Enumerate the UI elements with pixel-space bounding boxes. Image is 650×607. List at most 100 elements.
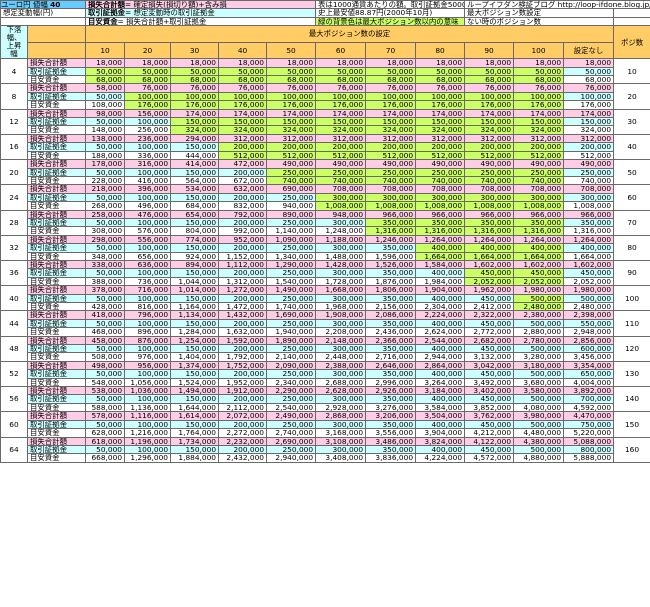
cell-fund: 1,968,000 (315, 301, 367, 312)
cell-loss: 490,000 (513, 159, 565, 169)
cell-fund: 740,000 (365, 175, 417, 186)
cell-margin: 150,000 (170, 344, 220, 354)
range-cell: 44 (0, 310, 28, 337)
column-header-1: 20 (124, 41, 172, 60)
note-max-bottom: ない時のポジション数 (464, 16, 615, 27)
row-label-fund: 目安資金 (26, 301, 87, 312)
cell-fund: 1,248,000 (315, 226, 367, 236)
row-fund: 目安資金 308,000 576,000 804,000 992,000 1,140,00… (1, 226, 650, 236)
cell-margin: 150,000 (170, 419, 220, 430)
row-label-fund: 目安資金 (26, 125, 87, 135)
pos-count-cell: 20 (613, 83, 650, 110)
cell-margin: 50,000 (85, 369, 126, 379)
cell-loss: 966,000 (464, 209, 515, 219)
cell-loss: 1,494,000 (170, 386, 220, 396)
cell-fund: 1,764,000 (170, 428, 220, 438)
cell-fund: 512,000 (513, 150, 565, 161)
cell-margin: 200,000 (218, 344, 268, 354)
cell-fund: 3,280,000 (513, 352, 565, 362)
cell-loss: 414,000 (170, 159, 220, 169)
cell-fund: 2,272,000 (218, 428, 268, 438)
row-fund: 目安資金 268,000 496,000 684,000 832,000 940,000 1… (1, 201, 650, 211)
cell-fund: 2,540,000 (266, 402, 317, 413)
cell-margin: 100,000 (315, 91, 367, 102)
cell-fund: 68,000 (415, 75, 466, 85)
cell-fund: 256,000 (124, 125, 172, 135)
row-label-margin: 取引証拠金 (26, 142, 87, 152)
legend-loss-desc: = 確定損失(損切り額)+含み損 (124, 0, 227, 9)
row-label-loss: 損失合計額 (26, 209, 87, 219)
cell-fund: 2,448,000 (315, 352, 367, 362)
cell-fund: 2,140,000 (266, 352, 317, 362)
pos-count-cell: 150 (613, 411, 650, 438)
cell-fund: 1,136,000 (124, 402, 172, 413)
cell-margin: 50,000 (415, 66, 466, 77)
cell-fund: 3,492,000 (464, 377, 515, 388)
note-unit: 表は1000通貨あたりの額。取引証拠金5000円 (315, 0, 466, 10)
assumed-range-label: 想定変動幅(円) (0, 8, 87, 18)
row-loss: 24 損失合計額 218,000 396,000 534,000 632,000 690,0… (0, 184, 650, 211)
cell-loss: 2,490,000 (266, 411, 317, 421)
cell-margin: 50,000 (563, 66, 615, 77)
cell-fund: 176,000 (124, 100, 172, 110)
cell-margin: 150,000 (563, 117, 615, 127)
pos-count-cell: 50 (613, 159, 650, 186)
cell-fund: 740,000 (266, 175, 317, 186)
cell-margin: 450,000 (464, 318, 515, 329)
cell-loss: 312,000 (218, 133, 268, 144)
cell-loss: 396,000 (124, 184, 172, 194)
cell-margin: 200,000 (218, 444, 268, 455)
cell-margin: 400,000 (415, 394, 466, 404)
cell-fund: 1,008,000 (315, 201, 367, 211)
cell-margin: 200,000 (563, 142, 615, 152)
cell-loss: 76,000 (218, 83, 268, 93)
cell-loss: 76,000 (315, 83, 367, 93)
cell-margin: 250,000 (266, 268, 317, 278)
cell-margin: 400,000 (415, 344, 466, 354)
cell-fund: 2,432,000 (218, 453, 268, 463)
row-label-margin: 取引証拠金 (26, 243, 87, 253)
row-fund: 目安資金 108,000 176,000 176,000 176,000 176,000 1… (1, 100, 650, 110)
legend-margin-desc: = 想定変動時の取引証拠金 (124, 8, 215, 18)
cell-loss: 3,402,000 (464, 386, 515, 396)
cell-loss: 3,504,000 (415, 411, 466, 421)
cell-loss: 618,000 (85, 436, 126, 446)
pos-count-cell: 90 (613, 259, 650, 287)
cell-margin: 200,000 (218, 318, 268, 329)
cell-fund: 508,000 (85, 352, 126, 362)
cell-margin: 350,000 (415, 217, 466, 228)
row-label-loss: 損失合計額 (26, 411, 87, 421)
cell-margin: 200,000 (218, 369, 268, 379)
column-header-3: 40 (218, 41, 268, 60)
cell-loss: 1,374,000 (170, 360, 220, 371)
row-margin: 取引証拠金 50,000 50,000 50,000 50,000 50,000 50,00… (1, 66, 650, 77)
cell-margin: 500,000 (513, 318, 565, 329)
header-columns: 10 20 30 40 50 60 70 80 90 100 設定なし (1, 41, 650, 60)
cell-fund: 2,996,000 (365, 377, 417, 388)
cell-loss: 1,112,000 (218, 259, 268, 270)
cell-fund: 4,224,000 (415, 453, 466, 463)
cell-fund: 228,000 (85, 175, 126, 186)
cell-margin: 50,000 (315, 66, 367, 77)
cell-margin: 300,000 (464, 192, 515, 203)
cell-loss: 2,926,000 (365, 386, 417, 396)
cell-margin: 450,000 (513, 268, 565, 278)
cell-loss: 966,000 (513, 209, 565, 219)
cell-fund: 992,000 (218, 226, 268, 236)
cell-loss: 4,122,000 (464, 436, 515, 446)
row-loss: 20 損失合計額 178,000 316,000 414,000 472,000 490,0… (0, 159, 650, 186)
cell-loss: 1,904,000 (415, 285, 466, 295)
cell-loss: 890,000 (266, 209, 317, 219)
pos-count-header: ポジ数 (613, 25, 650, 60)
lower-rise-header: 下落幅、上昇幅 (0, 25, 28, 60)
row-margin: 取引証拠金 50,000 100,000 150,000 200,000 250,000 3… (1, 268, 650, 278)
cell-loss: 792,000 (218, 209, 268, 219)
pos-count-cell: 130 (613, 360, 650, 388)
cell-loss: 966,000 (563, 209, 615, 219)
cell-loss: 2,544,000 (415, 335, 466, 346)
cell-margin: 250,000 (315, 167, 367, 177)
cell-loss: 2,628,000 (315, 386, 367, 396)
cell-fund: 176,000 (365, 100, 417, 110)
range-cell: 60 (0, 411, 28, 438)
row-margin: 取引証拠金 50,000 100,000 150,000 200,000 250,000 3… (1, 344, 650, 354)
